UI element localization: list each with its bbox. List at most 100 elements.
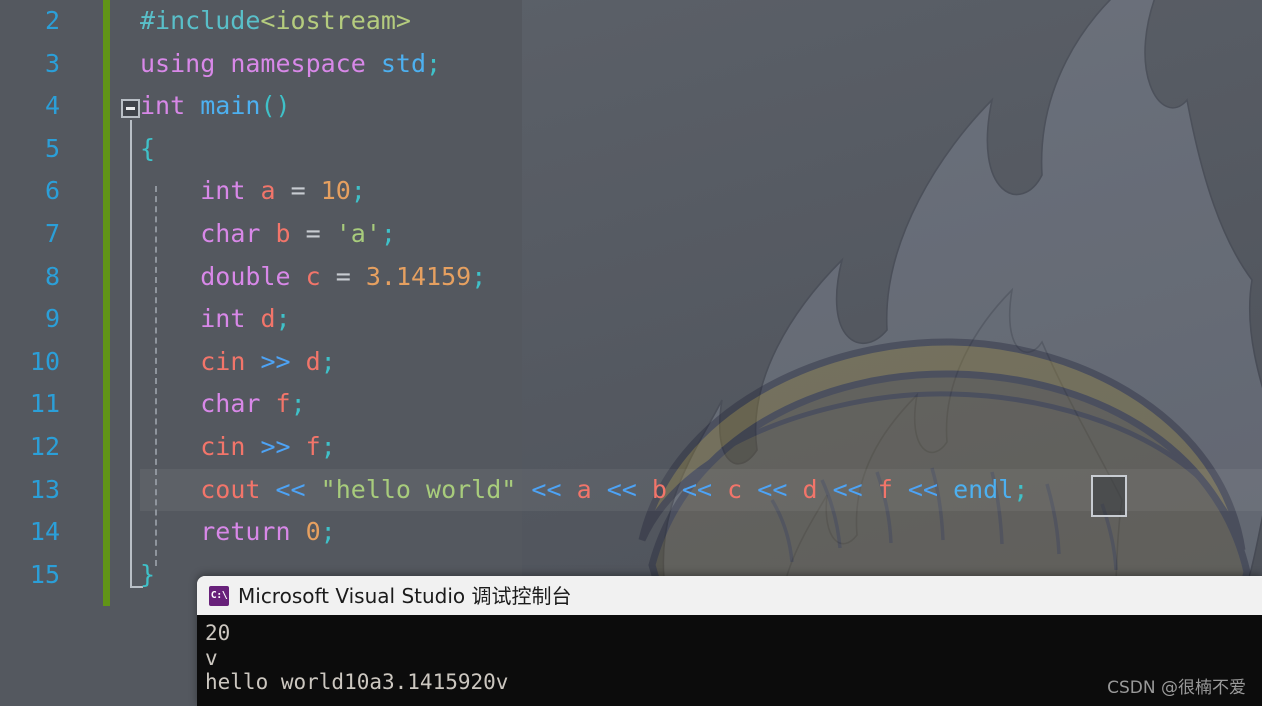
code-token: >> bbox=[260, 432, 291, 461]
selected-token-box[interactable] bbox=[1091, 475, 1127, 517]
code-token: << bbox=[757, 474, 788, 504]
code-token: cout bbox=[200, 474, 261, 504]
line-source-text[interactable]: cin >> f; bbox=[140, 426, 336, 469]
code-line[interactable]: 11 char f; bbox=[0, 383, 1262, 426]
line-number: 11 bbox=[29, 389, 60, 419]
line-source-text[interactable]: #include<iostream> bbox=[140, 0, 411, 43]
code-token: std bbox=[380, 48, 427, 78]
code-line[interactable]: 7 char b = 'a'; bbox=[0, 213, 1262, 256]
code-token: = bbox=[335, 261, 351, 291]
line-source-text[interactable]: return 0; bbox=[140, 511, 336, 554]
line-number: 9 bbox=[44, 304, 60, 334]
line-source-text[interactable]: using namespace std; bbox=[140, 43, 441, 86]
code-token: << bbox=[275, 474, 306, 504]
code-token: d bbox=[802, 474, 818, 504]
code-token: return bbox=[200, 517, 291, 547]
line-source-text[interactable]: cout << "hello world" << a << b << c << … bbox=[140, 469, 1028, 512]
line-number: 4 bbox=[44, 91, 60, 121]
code-token: c bbox=[305, 261, 321, 291]
code-token: char bbox=[200, 389, 261, 419]
code-line[interactable]: 8 double c = 3.14159; bbox=[0, 256, 1262, 299]
code-token: endl bbox=[953, 474, 1014, 504]
code-token: ; bbox=[320, 517, 336, 547]
code-token: ; bbox=[275, 304, 291, 334]
code-token: d bbox=[260, 304, 276, 334]
line-number: 10 bbox=[29, 346, 60, 376]
code-token: ; bbox=[471, 261, 487, 291]
code-token: f bbox=[275, 389, 291, 419]
line-source-text[interactable]: { bbox=[140, 128, 155, 171]
code-token: 'a' bbox=[335, 219, 381, 248]
code-line[interactable]: 3 using namespace std; bbox=[0, 43, 1262, 86]
csdn-watermark: CSDN @很楠不爱 bbox=[1107, 678, 1246, 698]
code-line[interactable]: 12 cin >> f; bbox=[0, 426, 1262, 469]
line-number: 7 bbox=[44, 219, 60, 248]
code-token: << bbox=[606, 474, 637, 504]
code-token: cin bbox=[200, 432, 246, 461]
code-line[interactable]: 10 cin >> d; bbox=[0, 341, 1262, 384]
line-source-text[interactable]: char b = 'a'; bbox=[140, 213, 396, 256]
console-output-area[interactable]: 20 v hello world10a3.1415920v bbox=[197, 615, 1262, 706]
line-source-text[interactable]: double c = 3.14159; bbox=[140, 256, 486, 299]
line-number: 5 bbox=[44, 133, 60, 163]
code-token: { bbox=[140, 133, 156, 163]
code-token: "hello world" bbox=[320, 474, 517, 504]
line-source-text[interactable]: char f; bbox=[140, 383, 306, 426]
code-token: <iostream> bbox=[260, 6, 411, 35]
code-token: int bbox=[200, 304, 246, 334]
console-titlebar[interactable]: C:\ Microsoft Visual Studio 调试控制台 bbox=[197, 576, 1262, 615]
line-source-text[interactable]: cin >> d; bbox=[140, 341, 336, 384]
line-source-text[interactable]: } bbox=[140, 554, 155, 597]
line-number: 12 bbox=[29, 432, 60, 461]
code-token: ; bbox=[290, 389, 306, 419]
line-number: 13 bbox=[29, 474, 60, 504]
line-number: 15 bbox=[29, 559, 60, 589]
line-source-text[interactable]: int main() bbox=[140, 85, 291, 128]
code-line[interactable]: 14 return 0; bbox=[0, 511, 1262, 554]
console-output-line: 20 bbox=[205, 621, 231, 645]
code-line[interactable]: 2 #include<iostream> bbox=[0, 0, 1262, 43]
code-token: int bbox=[140, 91, 186, 121]
console-title: Microsoft Visual Studio 调试控制台 bbox=[238, 583, 572, 608]
code-token: f bbox=[305, 432, 321, 461]
code-token: a bbox=[260, 176, 276, 206]
line-source-text[interactable]: int a = 10; bbox=[140, 170, 366, 213]
code-token: b bbox=[651, 474, 667, 504]
code-token: c bbox=[727, 474, 743, 504]
debug-console-window[interactable]: C:\ Microsoft Visual Studio 调试控制台 20 v hel… bbox=[197, 576, 1262, 706]
code-token: << bbox=[682, 474, 713, 504]
code-line[interactable]: 9 int d; bbox=[0, 298, 1262, 341]
code-token: main bbox=[200, 91, 261, 121]
code-line[interactable]: 6 int a = 10; bbox=[0, 170, 1262, 213]
code-token: ; bbox=[426, 48, 442, 78]
line-number: 14 bbox=[29, 517, 60, 547]
code-token: 10 bbox=[320, 176, 351, 206]
code-token: << bbox=[531, 474, 562, 504]
code-line[interactable]: 5{ bbox=[0, 128, 1262, 171]
code-line[interactable]: 4 int main() bbox=[0, 85, 1262, 128]
code-line[interactable]: 13 cout << "hello world" << a << b << c … bbox=[0, 469, 1262, 512]
line-source-text[interactable]: int d; bbox=[140, 298, 291, 341]
